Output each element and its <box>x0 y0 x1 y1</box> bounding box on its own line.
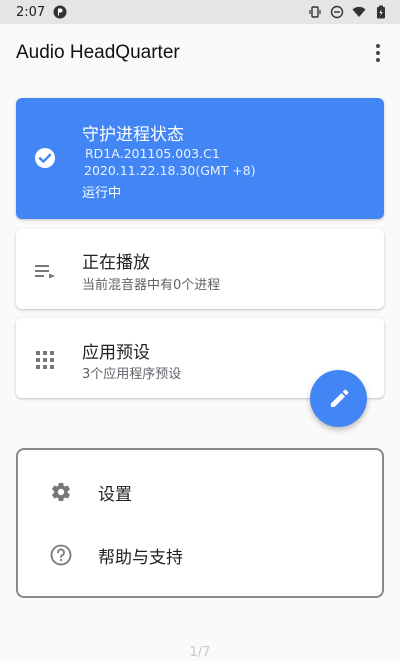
playlist-icon <box>34 260 56 282</box>
status-time: 2:07 <box>16 4 46 20</box>
settings-menu: 设置 帮助与支持 <box>16 448 384 598</box>
app-presets-subtitle: 3个应用程序预设 <box>82 367 182 382</box>
edit-pencil-icon <box>328 388 350 410</box>
daemon-build-id: RD1A.201105.003.C1 <box>85 146 220 161</box>
app-bar: Audio HeadQuarter <box>0 24 400 82</box>
notification-app-icon <box>53 5 67 19</box>
wifi-icon <box>352 5 366 19</box>
help-circle-icon <box>50 544 72 566</box>
daemon-status-title: 守护进程状态 <box>82 125 184 145</box>
do-not-disturb-icon <box>330 5 344 19</box>
daemon-status-card[interactable]: 守护进程状态 RD1A.201105.003.C1 2020.11.22.18.… <box>16 98 384 219</box>
app-presets-title: 应用预设 <box>82 343 150 363</box>
daemon-running-state: 运行中 <box>82 186 122 201</box>
gear-icon <box>50 481 72 503</box>
check-circle-icon <box>34 147 56 169</box>
vibrate-icon <box>308 5 322 19</box>
battery-icon <box>374 5 388 19</box>
apps-grid-icon <box>34 349 56 371</box>
now-playing-subtitle: 当前混音器中有0个进程 <box>82 278 221 293</box>
now-playing-card[interactable]: 正在播放 当前混音器中有0个进程 <box>16 229 384 309</box>
page-indicator: 1/7 <box>189 645 211 660</box>
app-title: Audio HeadQuarter <box>16 42 180 63</box>
menu-item-settings[interactable]: 设置 <box>18 462 382 522</box>
menu-item-help[interactable]: 帮助与支持 <box>18 525 382 585</box>
status-bar: 2:07 <box>0 0 400 24</box>
more-vert-icon[interactable] <box>366 40 390 66</box>
now-playing-title: 正在播放 <box>82 253 150 273</box>
menu-item-help-label: 帮助与支持 <box>98 547 183 568</box>
menu-item-settings-label: 设置 <box>98 484 132 505</box>
edit-fab-button[interactable] <box>310 370 367 427</box>
daemon-build-date: 2020.11.22.18.30(GMT +8) <box>84 163 256 178</box>
